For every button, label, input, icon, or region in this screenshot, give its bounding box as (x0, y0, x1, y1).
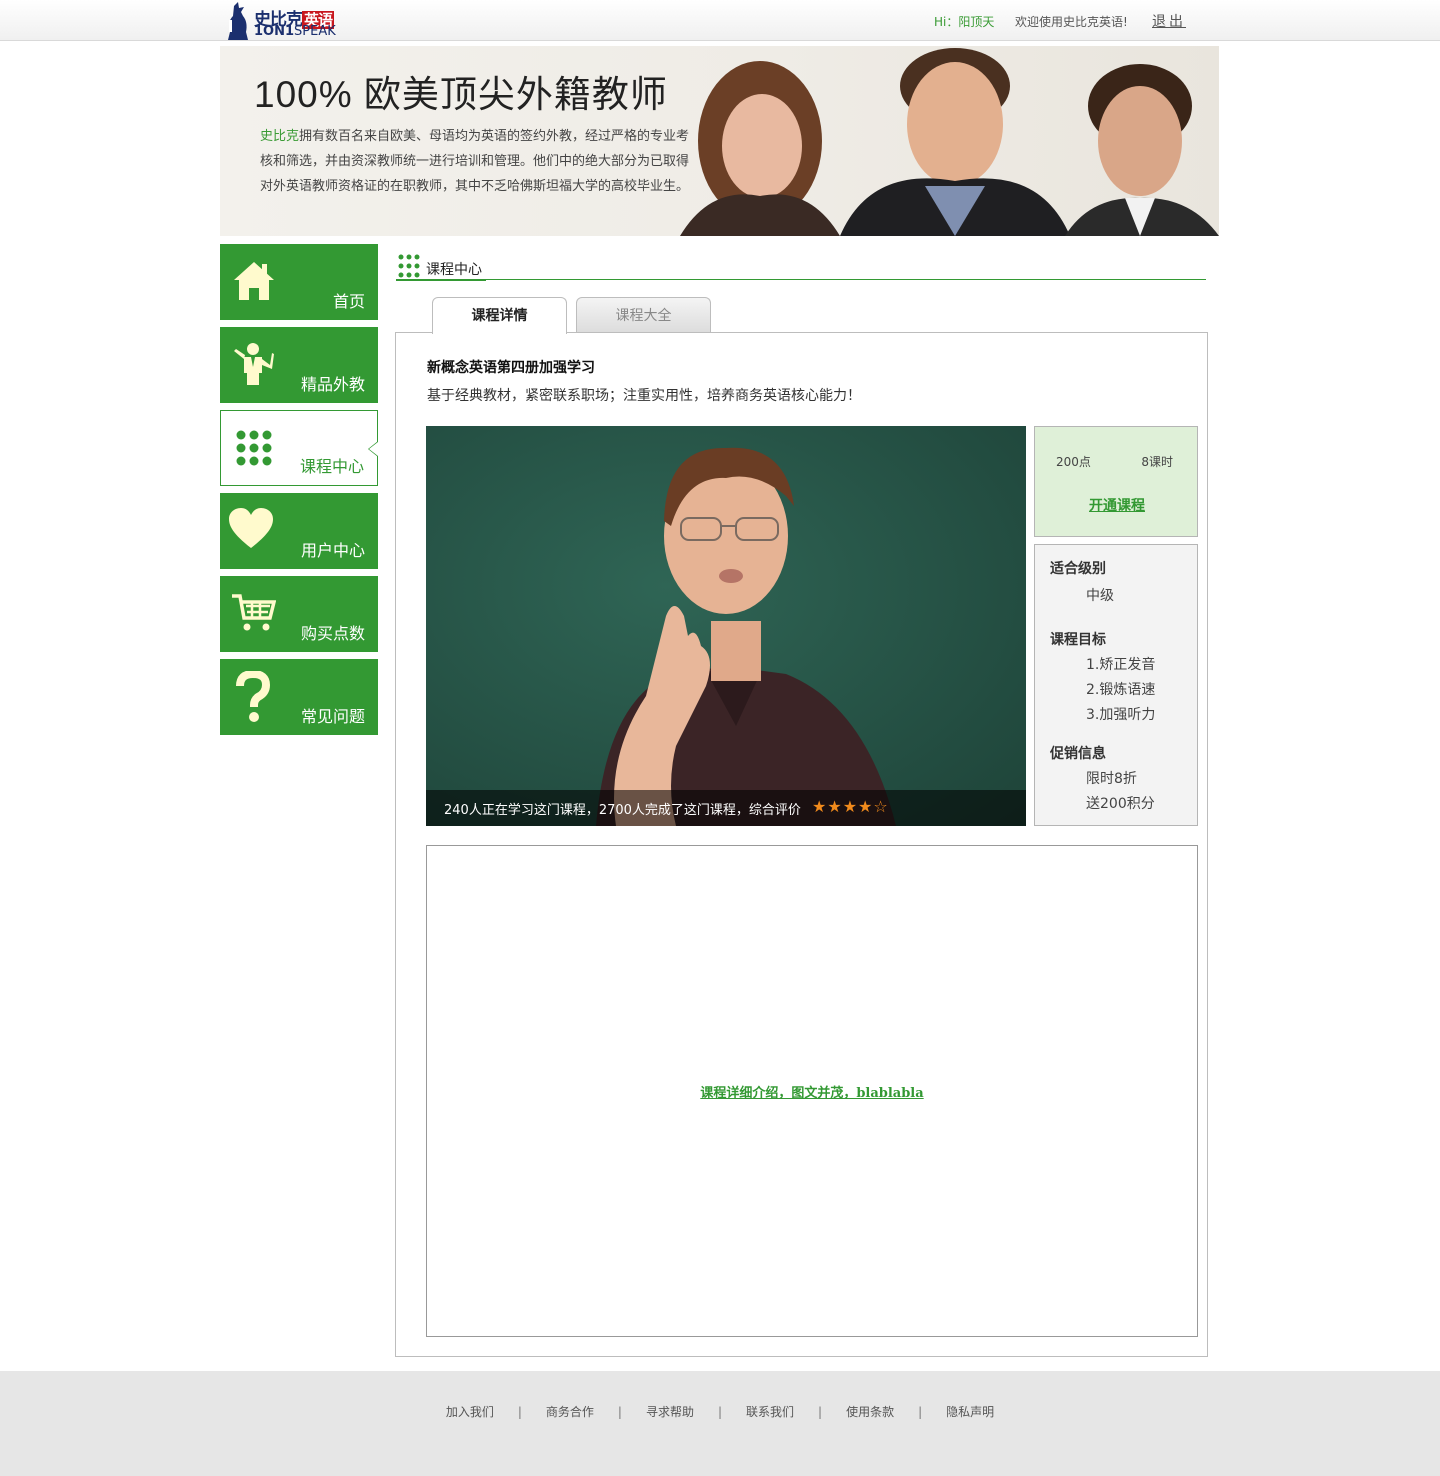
dots-grid-icon (236, 430, 272, 466)
course-panel: 新概念英语第四册加强学习 基于经典教材，紧密联系职场；注重实用性，培养商务英语核… (395, 332, 1208, 1357)
statue-logo-icon (228, 2, 248, 40)
rating-stars: ★★★★☆ (812, 797, 889, 816)
logo-en: 1ON1SPEAK (254, 24, 336, 39)
sidebar-item-label: 用户中心 (300, 541, 365, 560)
tab-all-courses[interactable]: 课程大全 (576, 297, 711, 333)
goals-heading: 课程目标 (1050, 632, 1106, 648)
logout-link[interactable]: 退出 (1152, 11, 1186, 31)
footer-links: 加入我们 | 商务合作 | 寻求帮助 | 联系我们 | 使用条款 | 隐私声明 (0, 1403, 1440, 1420)
hero-banner: 100% 欧美顶尖外籍教师 史比克拥有数百名来自欧美、母语均为英语的签约外教，经… (220, 46, 1219, 236)
open-course-link[interactable]: 开通课程 (1035, 495, 1199, 515)
separator: | (818, 1405, 823, 1419)
banner-title: 100% 欧美顶尖外籍教师 (254, 74, 668, 115)
dots-grid-icon (398, 254, 420, 278)
level-value: 中级 (1086, 588, 1114, 604)
separator: | (717, 1405, 723, 1419)
cart-icon (232, 594, 276, 631)
course-video[interactable]: 240人正在学习这门课程，2700人完成了这门课程，综合评价 ★★★★☆ (426, 426, 1026, 826)
video-caption: 240人正在学习这门课程，2700人完成了这门课程，综合评价 ★★★★☆ (426, 790, 1026, 826)
tab-course-details[interactable]: 课程详情 (432, 297, 567, 334)
active-indicator-inner (369, 442, 378, 456)
sidebar-item-faq[interactable]: 常见问题 (220, 659, 378, 735)
course-detail-box: 课程详细介绍，图文并茂，blablabla (426, 845, 1198, 1337)
sidebar-item-label: 精品外教 (300, 375, 365, 394)
home-icon (234, 262, 274, 300)
footer-link-business[interactable]: 商务合作 (546, 1405, 594, 1419)
section-title: 课程中心 (426, 262, 482, 278)
heart-icon (229, 508, 273, 548)
course-subtitle: 基于经典教材，紧密联系职场；注重实用性，培养商务英语核心能力！ (427, 388, 861, 404)
star-icon: ★ (812, 797, 828, 816)
promo-heading: 促销信息 (1050, 746, 1106, 762)
level-heading: 适合级别 (1050, 561, 1106, 577)
course-info-box: 适合级别 中级 课程目标 1.矫正发音 2.锻炼语速 3.加强听力 促销信息 限… (1034, 544, 1198, 826)
separator: | (517, 1405, 522, 1419)
footer-link-help[interactable]: 寻求帮助 (646, 1405, 694, 1419)
teacher-icon (234, 343, 274, 385)
promo-item: 送200积分 (1086, 796, 1155, 812)
footer-link-join[interactable]: 加入我们 (446, 1405, 494, 1419)
course-hours: 8课时 (1141, 455, 1173, 469)
star-empty-icon: ☆ (873, 797, 889, 816)
teacher-photo (596, 447, 896, 826)
separator: | (617, 1405, 622, 1419)
user-greeting[interactable]: Hi：阳顶天 (934, 13, 994, 30)
sidebar-item-home[interactable]: 首页 (220, 244, 378, 320)
sidebar-item-courses[interactable]: 课程中心 (220, 410, 378, 486)
welcome-text: 欢迎使用史比克英语! (1015, 15, 1128, 29)
sidebar-item-label: 首页 (332, 292, 365, 311)
course-title: 新概念英语第四册加强学习 (427, 360, 595, 376)
price-box: 200点 8课时 开通课程 (1034, 426, 1198, 537)
goal-item: 1.矫正发音 (1086, 657, 1156, 673)
separator: | (918, 1405, 923, 1419)
section-title-underline (396, 279, 486, 281)
question-icon (236, 671, 271, 722)
goal-item: 3.加强听力 (1086, 707, 1156, 723)
sidebar-item-label: 课程中心 (299, 457, 364, 476)
star-icon: ★ (827, 797, 843, 816)
footer-link-terms[interactable]: 使用条款 (846, 1405, 894, 1419)
sidebar-item-label: 购买点数 (300, 624, 365, 643)
sidebar-item-label: 常见问题 (300, 707, 365, 726)
course-stats: 240人正在学习这门课程，2700人完成了这门课程，综合评价 (444, 803, 801, 818)
section-header: 课程中心 (396, 254, 1206, 281)
top-bar: 史比克 英语 1ON1SPEAK Hi：阳顶天 欢迎使用史比克英语! 退出 (0, 0, 1440, 41)
star-icon: ★ (858, 797, 874, 816)
footer-link-contact[interactable]: 联系我们 (746, 1405, 794, 1419)
sidebar-item-buy-points[interactable]: 购买点数 (220, 576, 378, 652)
banner-description: 史比克拥有数百名来自欧美、母语均为英语的签约外教，经过严格的专业考核和筛选，并由… (260, 129, 690, 194)
site-logo[interactable]: 史比克 英语 1ON1SPEAK (222, 2, 362, 40)
sidebar-item-teachers[interactable]: 精品外教 (220, 327, 378, 403)
teachers-photo (680, 48, 1219, 236)
star-icon: ★ (842, 797, 859, 816)
goal-item: 2.锻炼语速 (1086, 682, 1156, 698)
sidebar-item-user-center[interactable]: 用户中心 (220, 493, 378, 569)
course-detail-link[interactable]: 课程详细介绍，图文并茂，blablabla (427, 1082, 1197, 1101)
course-points: 200点 (1056, 455, 1091, 469)
footer-link-privacy[interactable]: 隐私声明 (946, 1405, 994, 1419)
promo-item: 限时8折 (1086, 771, 1137, 787)
sidebar-nav: 首页 精品外教 课程中心 用户中心 购买点数 常见问题 (220, 244, 378, 742)
footer: 加入我们 | 商务合作 | 寻求帮助 | 联系我们 | 使用条款 | 隐私声明 (0, 1371, 1440, 1476)
